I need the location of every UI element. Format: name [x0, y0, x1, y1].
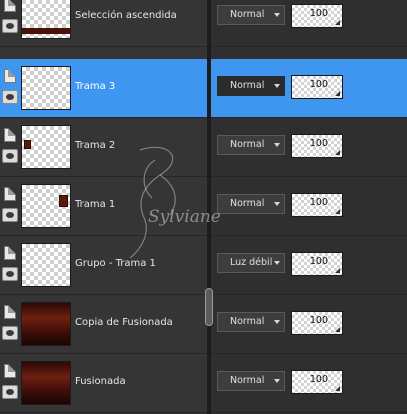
chevron-down-icon [274, 202, 280, 206]
chevron-down-icon [274, 84, 280, 88]
layer-thumbnail [21, 361, 71, 405]
blend-mode-value: Normal [230, 80, 265, 91]
visibility-eye-icon[interactable] [2, 19, 18, 33]
layer-row-selected[interactable]: Trama 3 Normal 100 [0, 59, 407, 118]
opacity-field[interactable]: 100 [291, 193, 343, 217]
opacity-value: 100 [309, 79, 328, 90]
layer-name: Trama 3 [75, 81, 116, 92]
layer-thumbnail [21, 66, 71, 110]
blend-mode-dropdown[interactable]: Normal [217, 5, 285, 25]
blend-mode-value: Normal [230, 139, 265, 150]
layer-mask-icon[interactable] [4, 364, 16, 378]
layer-row[interactable]: Trama 1 Normal 100 [0, 177, 407, 236]
visibility-eye-icon[interactable] [2, 208, 18, 222]
layer-mask-icon[interactable] [4, 305, 16, 319]
layer-row[interactable]: Trama 2 Normal 100 [0, 118, 407, 177]
resize-grip-icon [335, 20, 340, 25]
layer-name: Trama 1 [75, 199, 116, 210]
blend-mode-value: Normal [230, 9, 265, 20]
chevron-down-icon [274, 320, 280, 324]
layer-mask-icon[interactable] [4, 69, 16, 83]
blend-mode-dropdown[interactable]: Luz débil [217, 253, 285, 273]
visibility-eye-icon[interactable] [2, 385, 18, 399]
opacity-field[interactable]: 100 [291, 252, 343, 276]
blend-mode-dropdown[interactable]: Normal [217, 312, 285, 332]
visibility-eye-icon[interactable] [2, 326, 18, 340]
opacity-value: 100 [309, 197, 328, 208]
opacity-value: 100 [309, 256, 328, 267]
opacity-field[interactable]: 100 [291, 4, 343, 28]
layer-row[interactable]: Grupo - Trama 1 Luz débil 100 [0, 236, 407, 295]
blend-mode-value: Normal [230, 375, 265, 386]
blend-mode-dropdown[interactable]: Normal [217, 371, 285, 391]
resize-grip-icon [335, 268, 340, 273]
layer-mask-icon[interactable] [4, 128, 16, 142]
chevron-down-icon [274, 379, 280, 383]
opacity-field[interactable]: 100 [291, 75, 343, 99]
visibility-eye-icon[interactable] [2, 90, 18, 104]
chevron-down-icon [274, 143, 280, 147]
layer-name: Selección ascendida [75, 10, 177, 21]
layer-mask-icon[interactable] [4, 246, 16, 260]
opacity-field[interactable]: 100 [291, 370, 343, 394]
blend-mode-value: Normal [230, 316, 265, 327]
layer-mask-icon[interactable] [4, 187, 16, 201]
opacity-value: 100 [309, 315, 328, 326]
resize-grip-icon [335, 327, 340, 332]
opacity-value: 100 [309, 374, 328, 385]
layer-row[interactable]: Fusionada Normal 100 [0, 354, 407, 413]
layer-name: Trama 2 [75, 140, 116, 151]
blend-mode-dropdown[interactable]: Normal [217, 76, 285, 96]
layer-thumbnail [21, 0, 71, 39]
blend-mode-value: Luz débil [230, 257, 273, 268]
layer-row[interactable]: Copia de Fusionada Normal 100 [0, 295, 407, 354]
chevron-down-icon [274, 261, 280, 265]
opacity-field[interactable]: 100 [291, 134, 343, 158]
blend-mode-dropdown[interactable]: Normal [217, 135, 285, 155]
opacity-value: 100 [309, 138, 328, 149]
layer-row[interactable]: Selección ascendida Normal 100 [0, 0, 407, 47]
visibility-eye-icon[interactable] [2, 149, 18, 163]
layer-mask-icon[interactable] [4, 0, 16, 12]
layer-thumbnail [21, 243, 71, 287]
layer-thumbnail [21, 125, 71, 169]
visibility-eye-icon[interactable] [2, 267, 18, 281]
chevron-down-icon [274, 13, 280, 17]
layer-name: Fusionada [75, 376, 126, 387]
blend-mode-dropdown[interactable]: Normal [217, 194, 285, 214]
layer-thumbnail [21, 302, 71, 346]
splitter-handle[interactable] [205, 288, 213, 326]
opacity-field[interactable]: 100 [291, 311, 343, 335]
layer-name: Grupo - Trama 1 [75, 258, 156, 269]
blend-mode-value: Normal [230, 198, 265, 209]
resize-grip-icon [335, 91, 340, 96]
resize-grip-icon [335, 386, 340, 391]
resize-grip-icon [335, 209, 340, 214]
resize-grip-icon [335, 150, 340, 155]
layer-thumbnail [21, 184, 71, 228]
opacity-value: 100 [309, 8, 328, 19]
layer-name: Copia de Fusionada [75, 317, 173, 328]
